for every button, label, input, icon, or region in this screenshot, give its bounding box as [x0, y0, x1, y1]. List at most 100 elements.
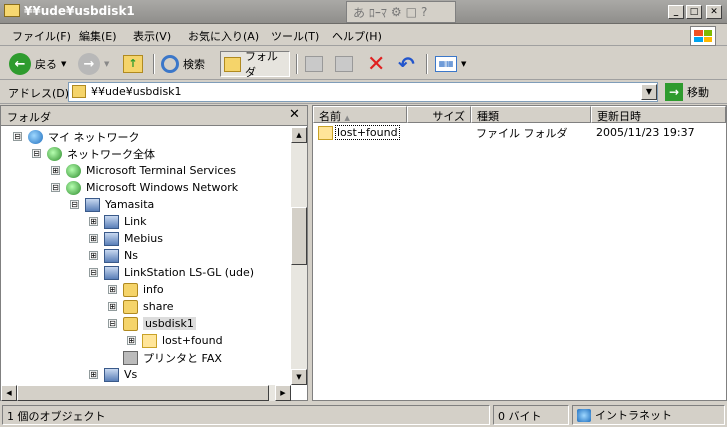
- forward-button[interactable]: → ▼: [75, 51, 112, 77]
- globe-icon: [66, 163, 81, 178]
- tree-item-windows-network[interactable]: ⊟ Microsoft Windows Network: [1, 179, 291, 196]
- go-label: 移動: [687, 86, 709, 99]
- column-header-name[interactable]: 名前 ▲: [313, 106, 407, 123]
- tree-item-mebius[interactable]: ⊞ Mebius: [1, 230, 291, 247]
- ime-tool-icon[interactable]: ⚙: [391, 5, 402, 19]
- vertical-scrollbar[interactable]: ▲ ▼: [291, 127, 307, 385]
- column-header-type[interactable]: 種類: [471, 106, 591, 123]
- file-type: ファイル フォルダ: [476, 126, 568, 140]
- tree-item-label: ネットワーク全体: [67, 147, 155, 161]
- views-dropdown-icon[interactable]: ▼: [461, 60, 466, 68]
- menu-edit[interactable]: 編集(E): [79, 28, 117, 44]
- scroll-down-icon[interactable]: ▼: [291, 369, 307, 385]
- collapse-icon[interactable]: ⊟: [32, 149, 41, 158]
- folders-button[interactable]: フォルダ: [220, 50, 290, 79]
- search-button[interactable]: 検索: [158, 51, 208, 77]
- maximize-button[interactable]: □: [686, 5, 702, 19]
- tree-item-label: lost+found: [162, 334, 223, 347]
- folder-icon: [142, 333, 157, 348]
- tree-item-label: プリンタと FAX: [143, 351, 222, 365]
- shared-folder-icon: [123, 299, 138, 314]
- printer-icon: [123, 350, 138, 365]
- go-button[interactable]: → 移動: [665, 83, 709, 101]
- scroll-left-icon[interactable]: ◀: [1, 385, 17, 401]
- address-dropdown-button[interactable]: ▼: [641, 84, 657, 100]
- back-button[interactable]: ← 戻る ▼: [6, 51, 69, 77]
- scroll-up-icon[interactable]: ▲: [291, 127, 307, 143]
- tree-item-my-network[interactable]: ⊟ マイ ネットワーク: [1, 128, 291, 145]
- expand-icon[interactable]: ⊞: [108, 302, 117, 311]
- vertical-scroll-thumb[interactable]: [291, 207, 307, 265]
- back-dropdown-icon[interactable]: ▼: [61, 60, 66, 68]
- tree-item-terminal-services[interactable]: ⊞ Microsoft Terminal Services: [1, 162, 291, 179]
- menu-view[interactable]: 表示(V): [133, 28, 171, 44]
- file-name: lost+found: [335, 125, 400, 140]
- tree-item-usbdisk1[interactable]: ⊟ usbdisk1: [1, 315, 291, 332]
- tree-item-linkstation[interactable]: ⊟ LinkStation LS-GL (ude): [1, 264, 291, 281]
- search-label: 検索: [183, 58, 205, 71]
- tree-item-yamasita[interactable]: ⊟ Yamasita: [1, 196, 291, 213]
- file-list-pane: 名前 ▲ サイズ 種類 更新日時 lost+found ファイル フォルダ 20…: [312, 105, 727, 401]
- undo-icon: ↶: [398, 52, 415, 76]
- up-folder-button[interactable]: ↑: [120, 51, 146, 77]
- undo-button[interactable]: ↶: [395, 51, 418, 77]
- windows-logo-icon: [690, 26, 716, 46]
- collapse-icon[interactable]: ⊟: [51, 183, 60, 192]
- collapse-icon[interactable]: ⊟: [70, 200, 79, 209]
- expand-icon[interactable]: ⊞: [89, 234, 98, 243]
- folder-pane-header: フォルダ: [1, 106, 307, 126]
- expand-icon[interactable]: ⊞: [108, 285, 117, 294]
- file-row[interactable]: lost+found ファイル フォルダ 2005/11/23 19:37: [313, 124, 726, 141]
- forward-dropdown-icon[interactable]: ▼: [104, 60, 109, 68]
- collapse-icon[interactable]: ⊟: [89, 268, 98, 277]
- title-bar[interactable]: ¥¥ude¥usbdisk1 あ ﾛｰﾏ ⚙ □ ? _ □ ✕: [0, 0, 727, 24]
- expand-icon[interactable]: ⊞: [127, 336, 136, 345]
- tree-item-printers[interactable]: プリンタと FAX: [1, 349, 291, 366]
- delete-button[interactable]: ✕: [364, 51, 388, 77]
- tree-item-vs[interactable]: ⊞ Vs: [1, 366, 291, 383]
- minimize-button[interactable]: _: [668, 5, 684, 19]
- search-icon: [161, 55, 179, 73]
- menu-help[interactable]: ヘルプ(H): [332, 28, 382, 44]
- column-header-modified[interactable]: 更新日時: [591, 106, 726, 123]
- tree-item-info[interactable]: ⊞ info: [1, 281, 291, 298]
- ime-toolbar[interactable]: あ ﾛｰﾏ ⚙ □ ?: [346, 1, 456, 23]
- tree-item-entire-network[interactable]: ⊟ ネットワーク全体: [1, 145, 291, 162]
- horizontal-scroll-thumb[interactable]: [17, 385, 269, 401]
- ime-mode-label[interactable]: あ ﾛｰﾏ: [353, 4, 387, 21]
- expand-icon[interactable]: ⊞: [89, 251, 98, 260]
- column-header-row: 名前 ▲ サイズ 種類 更新日時: [313, 106, 726, 123]
- menu-favorites[interactable]: お気に入り(A): [188, 28, 259, 44]
- ime-pad-icon[interactable]: □: [406, 5, 417, 19]
- toolbar-separator: [153, 54, 155, 74]
- expand-icon[interactable]: ⊞: [89, 217, 98, 226]
- column-header-size[interactable]: サイズ: [407, 106, 471, 123]
- computer-icon: [104, 231, 119, 246]
- tree-item-label: マイ ネットワーク: [48, 130, 140, 144]
- tree-item-link[interactable]: ⊞ Link: [1, 213, 291, 230]
- tree-item-lost-found[interactable]: ⊞ lost+found: [1, 332, 291, 349]
- expand-icon[interactable]: ⊞: [51, 166, 60, 175]
- ime-help-icon[interactable]: ?: [421, 5, 427, 19]
- expand-icon[interactable]: ⊞: [89, 370, 98, 379]
- address-input[interactable]: ¥¥ude¥usbdisk1: [68, 82, 658, 102]
- file-name-cell: lost+found: [313, 125, 407, 140]
- tree-item-share[interactable]: ⊞ share: [1, 298, 291, 315]
- copy-to-button[interactable]: [332, 51, 356, 77]
- shared-folder-icon: [123, 282, 138, 297]
- views-button[interactable]: ▦▦ ▼: [432, 51, 469, 77]
- scroll-right-icon[interactable]: ▶: [275, 385, 291, 401]
- close-pane-icon[interactable]: ✕: [289, 107, 300, 122]
- move-to-button[interactable]: [302, 51, 326, 77]
- globe-icon: [66, 180, 81, 195]
- collapse-icon[interactable]: ⊟: [13, 132, 22, 141]
- horizontal-scrollbar[interactable]: ◀ ▶: [1, 385, 291, 401]
- move-to-icon: [305, 56, 323, 72]
- tree-item-ns[interactable]: ⊞ Ns: [1, 247, 291, 264]
- collapse-icon[interactable]: ⊟: [108, 319, 117, 328]
- menu-tools[interactable]: ツール(T): [271, 28, 319, 44]
- computer-icon: [104, 265, 119, 280]
- network-icon: [28, 129, 43, 144]
- close-button[interactable]: ✕: [706, 5, 722, 19]
- menu-file[interactable]: ファイル(F): [12, 28, 71, 44]
